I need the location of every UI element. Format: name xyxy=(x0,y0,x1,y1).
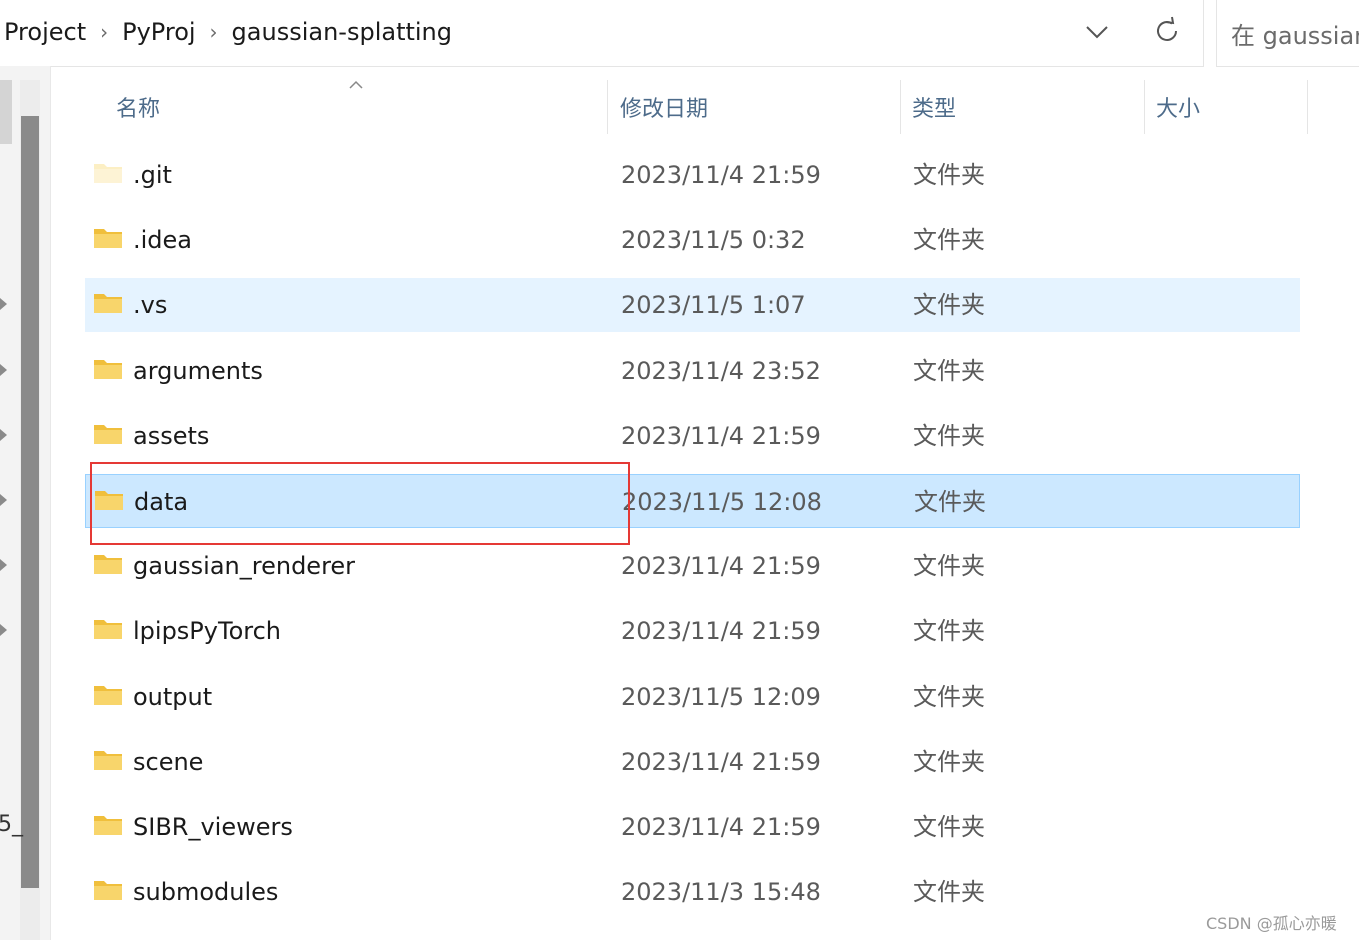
file-type: 文件夹 xyxy=(913,748,985,776)
column-header-date[interactable]: 修改日期 xyxy=(612,80,900,134)
expand-arrow-icon[interactable] xyxy=(0,494,8,506)
file-modified-date: 2023/11/5 1:07 xyxy=(621,291,806,319)
column-header-size-label: 大小 xyxy=(1156,97,1201,122)
folder-icon xyxy=(94,555,122,574)
expand-arrow-icon[interactable] xyxy=(0,298,8,310)
expand-arrow-icon[interactable] xyxy=(0,429,8,441)
sort-ascending-icon xyxy=(349,80,363,89)
search-input[interactable]: 在 gaussian xyxy=(1231,16,1359,51)
chevron-down-icon[interactable] xyxy=(1084,20,1110,44)
file-type: 文件夹 xyxy=(913,878,985,906)
file-name: output xyxy=(133,683,213,711)
file-row[interactable]: gaussian_renderer 2023/11/4 21:59 文件夹 xyxy=(85,539,1300,593)
file-name: .idea xyxy=(133,226,193,254)
breadcrumb-item-current[interactable]: gaussian-splatting xyxy=(232,18,452,46)
file-type: 文件夹 xyxy=(913,161,985,189)
file-type: 文件夹 xyxy=(914,488,986,516)
column-header-name-label: 名称 xyxy=(116,97,161,122)
folder-icon xyxy=(94,425,122,444)
folder-icon xyxy=(94,294,122,313)
file-name: SIBR_viewers xyxy=(133,813,293,841)
folder-icon xyxy=(95,491,123,510)
expand-arrow-icon[interactable] xyxy=(0,364,8,376)
file-row[interactable]: SIBR_viewers 2023/11/4 21:59 文件夹 xyxy=(85,800,1300,854)
file-name: data xyxy=(134,488,189,516)
file-type: 文件夹 xyxy=(913,617,985,645)
folder-icon xyxy=(94,229,122,248)
breadcrumb-item-pyproj[interactable]: PyProj xyxy=(122,18,195,46)
file-type: 文件夹 xyxy=(913,226,985,254)
file-name: submodules xyxy=(133,878,279,906)
file-modified-date: 2023/11/4 23:52 xyxy=(621,357,821,385)
file-modified-date: 2023/11/4 21:59 xyxy=(621,161,821,189)
file-type: 文件夹 xyxy=(913,291,985,319)
column-header-type[interactable]: 类型 xyxy=(904,80,1144,134)
file-name: assets xyxy=(133,422,210,450)
file-modified-date: 2023/11/4 21:59 xyxy=(621,552,821,580)
column-divider[interactable] xyxy=(1144,80,1145,134)
chevron-right-icon[interactable]: › xyxy=(100,20,108,44)
expand-arrow-icon[interactable] xyxy=(0,559,8,571)
breadcrumb: Project › PyProj › gaussian-splatting xyxy=(4,14,452,50)
file-name: gaussian_renderer xyxy=(133,552,356,580)
column-divider[interactable] xyxy=(900,80,901,134)
column-divider[interactable] xyxy=(1307,80,1308,134)
folder-icon xyxy=(94,881,122,900)
folder-icon xyxy=(94,816,122,835)
column-header-size[interactable]: 大小 xyxy=(1148,80,1308,134)
file-modified-date: 2023/11/4 21:59 xyxy=(621,748,821,776)
file-modified-date: 2023/11/4 21:59 xyxy=(621,422,821,450)
column-header-date-label: 修改日期 xyxy=(620,97,709,122)
file-type: 文件夹 xyxy=(913,357,985,385)
file-type: 文件夹 xyxy=(913,552,985,580)
column-header-type-label: 类型 xyxy=(912,97,957,122)
nav-item-fragment[interactable] xyxy=(0,80,12,144)
file-row[interactable]: assets 2023/11/4 21:59 文件夹 xyxy=(85,409,1300,463)
file-row[interactable]: scene 2023/11/4 21:59 文件夹 xyxy=(85,735,1300,789)
file-name: .vs xyxy=(133,291,168,319)
refresh-icon[interactable] xyxy=(1152,16,1182,46)
file-modified-date: 2023/11/4 21:59 xyxy=(621,813,821,841)
file-row[interactable]: output 2023/11/5 12:09 文件夹 xyxy=(85,670,1300,724)
file-name: lpipsPyTorch xyxy=(133,617,281,645)
file-row[interactable]: .vs 2023/11/5 1:07 文件夹 xyxy=(85,278,1300,332)
file-modified-date: 2023/11/5 0:32 xyxy=(621,226,806,254)
chevron-right-icon[interactable]: › xyxy=(210,20,218,44)
file-name: .git xyxy=(133,161,172,189)
file-row[interactable]: lpipsPyTorch 2023/11/4 21:59 文件夹 xyxy=(85,604,1300,658)
file-type: 文件夹 xyxy=(913,683,985,711)
file-row[interactable]: .idea 2023/11/5 0:32 文件夹 xyxy=(85,213,1300,267)
file-row[interactable]: submodules 2023/11/3 15:48 文件夹 xyxy=(85,865,1300,919)
file-type: 文件夹 xyxy=(913,813,985,841)
file-name: scene xyxy=(133,748,204,776)
folder-icon xyxy=(94,620,122,639)
breadcrumb-item-project[interactable]: Project xyxy=(4,18,86,46)
file-row[interactable]: .git 2023/11/4 21:59 文件夹 xyxy=(85,148,1300,202)
file-type: 文件夹 xyxy=(913,422,985,450)
file-row[interactable]: arguments 2023/11/4 23:52 文件夹 xyxy=(85,344,1300,398)
folder-icon xyxy=(94,164,122,183)
folder-icon xyxy=(94,360,122,379)
file-name: arguments xyxy=(133,357,263,385)
column-divider[interactable] xyxy=(607,80,608,134)
address-bar[interactable]: Project › PyProj › gaussian-splatting xyxy=(0,0,1204,67)
expand-arrow-icon[interactable] xyxy=(0,624,8,636)
folder-icon xyxy=(94,751,122,770)
file-modified-date: 2023/11/5 12:09 xyxy=(621,683,821,711)
file-modified-date: 2023/11/4 21:59 xyxy=(621,617,821,645)
file-row[interactable]: data 2023/11/5 12:08 文件夹 xyxy=(85,474,1300,528)
search-box[interactable]: 在 gaussian xyxy=(1216,0,1359,67)
nav-scrollbar-thumb[interactable] xyxy=(21,116,39,888)
folder-icon xyxy=(94,686,122,705)
file-modified-date: 2023/11/5 12:08 xyxy=(622,488,822,516)
watermark: CSDN @孤心亦暖 xyxy=(1206,914,1337,933)
file-modified-date: 2023/11/3 15:48 xyxy=(621,878,821,906)
nav-item-label-fragment[interactable]: 5_ xyxy=(0,812,23,837)
